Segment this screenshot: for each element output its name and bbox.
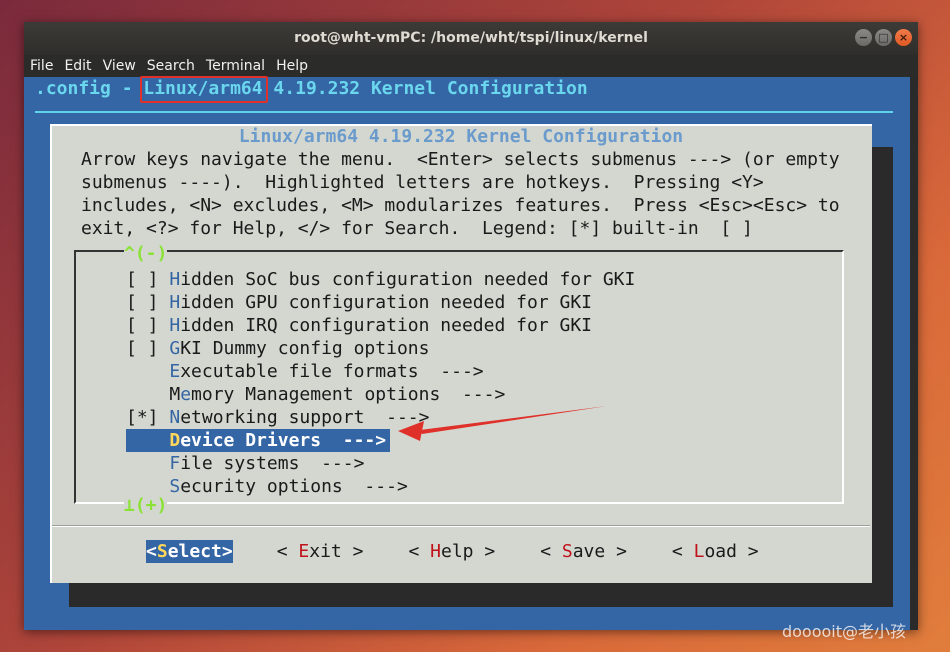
terminal-window: root@wht-vmPC: /home/wht/tspi/linux/kern… <box>24 22 918 630</box>
maximize-icon[interactable]: □ <box>875 29 892 46</box>
menu-item[interactable]: [ ] Hidden IRQ configuration needed for … <box>126 314 635 337</box>
minimize-icon[interactable]: − <box>855 29 872 46</box>
button-separator-highlight <box>52 526 870 527</box>
scroll-down-indicator: ⊥(+) <box>124 495 168 516</box>
menu-terminal[interactable]: Terminal <box>200 55 270 77</box>
dialog-button[interactable]: < Exit > <box>277 540 364 563</box>
menu-item[interactable]: Device Drivers ---> <box>126 429 390 452</box>
menu-item[interactable]: File systems ---> <box>126 452 635 475</box>
menu-search[interactable]: Search <box>141 55 200 77</box>
header-divider <box>35 111 893 113</box>
menu-item[interactable]: [*] Networking support ---> <box>126 406 635 429</box>
menu-item[interactable]: [ ] Hidden GPU configuration needed for … <box>126 291 635 314</box>
window-titlebar[interactable]: root@wht-vmPC: /home/wht/tspi/linux/kern… <box>24 22 918 55</box>
dialog-button[interactable]: < Help > <box>408 540 495 563</box>
hotkey-letter: H <box>169 269 181 290</box>
help-text: Arrow keys navigate the menu. <Enter> se… <box>81 149 840 239</box>
window-controls: − □ × <box>855 29 912 46</box>
button-row: <Select> < Exit > < Help > < Save > < Load > <box>146 540 804 563</box>
hotkey-letter: S <box>169 476 181 497</box>
menu-view[interactable]: View <box>97 55 141 77</box>
hotkey-letter: N <box>169 407 181 428</box>
dialog-title: Linux/arm64 4.19.232 Kernel Configuratio… <box>52 126 870 148</box>
menu-bar: File Edit View Search Terminal Help <box>24 55 918 77</box>
dialog-button[interactable]: < Save > <box>540 540 627 563</box>
hotkey-letter: G <box>169 338 181 359</box>
hotkey-letter: H <box>169 315 181 336</box>
menuconfig-dialog: Linux/arm64 4.19.232 Kernel Configuratio… <box>50 124 872 583</box>
hotkey-letter: F <box>169 453 181 474</box>
menu-item[interactable]: Security options ---> <box>126 475 635 498</box>
terminal-content[interactable]: .config - Linux/arm64 4.19.232 Kernel Co… <box>24 76 910 630</box>
hotkey-letter: H <box>169 292 181 313</box>
close-icon[interactable]: × <box>895 29 912 46</box>
scroll-up-indicator: ^(-) <box>124 243 168 264</box>
dialog-button[interactable]: <Select> <box>146 540 233 563</box>
menu-list: [ ] Hidden SoC bus configuration needed … <box>74 250 844 504</box>
menu-item[interactable]: [ ] Hidden SoC bus configuration needed … <box>126 268 635 291</box>
window-title: root@wht-vmPC: /home/wht/tspi/linux/kern… <box>294 30 648 46</box>
menu-item[interactable]: Memory Management options ---> <box>126 383 635 406</box>
dialog-button[interactable]: < Load > <box>672 540 759 563</box>
hotkey-letter: e <box>180 384 192 405</box>
menu-edit[interactable]: Edit <box>58 55 96 77</box>
watermark-text: dooooit@老小孩 <box>781 622 906 641</box>
menu-help[interactable]: Help <box>270 55 313 77</box>
hotkey-letter: E <box>169 361 181 382</box>
annotation-box <box>140 76 268 103</box>
menu-item[interactable]: Executable file formats ---> <box>126 360 635 383</box>
config-header: .config - Linux/arm64 4.19.232 Kernel Co… <box>35 78 588 99</box>
terminal-scrollbar[interactable] <box>910 77 918 630</box>
menu-item[interactable]: [ ] GKI Dummy config options <box>126 337 635 360</box>
hotkey-letter: D <box>169 430 181 451</box>
menu-file[interactable]: File <box>24 55 58 77</box>
